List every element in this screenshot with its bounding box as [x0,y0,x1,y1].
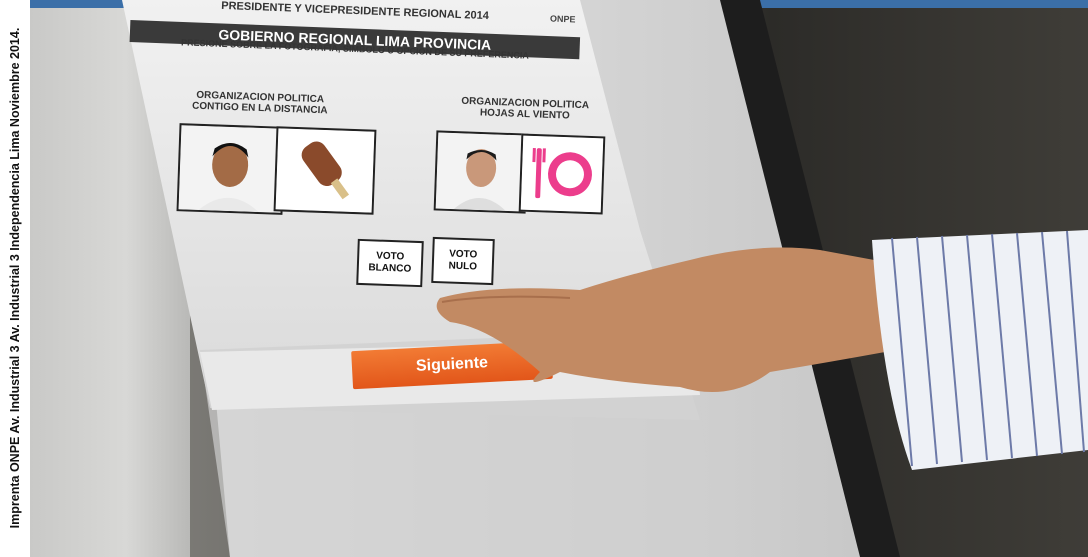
org1-symbol-tile[interactable] [273,126,377,215]
candidate-portrait-icon [435,132,527,212]
blank-vote-line2: BLANCO [368,262,412,275]
candidate-portrait-icon [178,125,284,213]
printer-imprint: Imprenta ONPE Av. Industrial 3 Av. Indus… [8,27,22,529]
shirt-sleeve [872,230,1088,470]
blank-vote-line1: VOTO [375,250,405,263]
org1-candidate-photo[interactable] [176,123,286,215]
plate-cutlery-icon [520,135,604,213]
blank-vote-button[interactable]: VOTO BLANCO [356,238,424,288]
org2-symbol-tile[interactable] [518,133,606,215]
org2-candidate-photo[interactable] [433,130,529,214]
pointing-hand [436,247,885,392]
org1-label: ORGANIZACION POLITICA CONTIGO EN LA DIST… [175,89,346,117]
imprint-strip: Imprenta ONPE Av. Industrial 3 Av. Indus… [0,0,30,557]
popsicle-icon [275,128,375,213]
photo-scene: PRESIDENTE Y VICEPRESIDENTE REGIONAL 201… [0,0,1088,557]
org2-label: ORGANIZACION POLITICA HOJAS AL VIENTO [440,95,611,123]
onpe-logo: ONPE [549,13,576,25]
